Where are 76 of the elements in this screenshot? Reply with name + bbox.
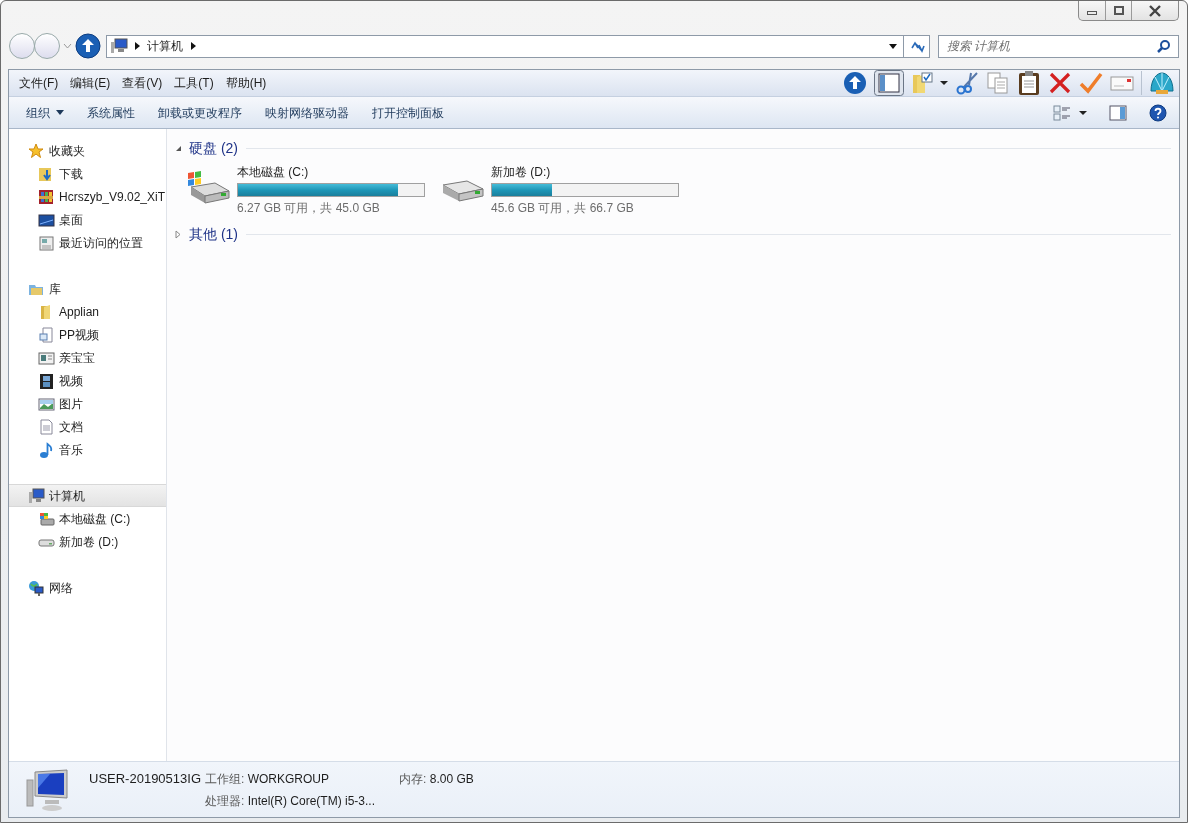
free-space-text: 45.6 GB 可用，共 66.7 GB — [491, 200, 635, 217]
drive-tile[interactable]: 新加卷 (D:) 45.6 GB 可用，共 66.7 GB — [439, 163, 683, 217]
nav-item[interactable]: 图片 — [9, 392, 166, 415]
folder-check-icon[interactable] — [911, 71, 933, 95]
window-icon — [38, 349, 55, 366]
arrow-icon[interactable] — [191, 42, 196, 50]
document-icon — [38, 418, 55, 435]
nav-item[interactable]: 最近访问的位置 — [9, 231, 166, 254]
shell-icon[interactable] — [1149, 71, 1175, 95]
checkmark-icon[interactable] — [1079, 71, 1103, 95]
nav-item[interactable]: 下载 — [9, 162, 166, 185]
computer-name: USER-20190513IG — [89, 769, 201, 788]
preview-pane-icon[interactable] — [1109, 104, 1127, 121]
drive-name: 新加卷 (D:) — [491, 164, 552, 181]
nav-item[interactable]: 新加卷 (D:) — [9, 530, 166, 553]
close-icon — [1148, 4, 1162, 17]
nav-item[interactable]: Applian — [9, 300, 166, 323]
system-drive-icon — [38, 510, 55, 527]
menu-item[interactable]: 文件(F) — [13, 72, 65, 94]
group-header[interactable]: 其他 (1) — [189, 223, 238, 245]
document-icon — [38, 326, 55, 343]
scissors-icon[interactable] — [955, 71, 979, 95]
star-icon — [28, 142, 45, 159]
nav-item[interactable]: 文档 — [9, 415, 166, 438]
film-icon — [38, 372, 55, 389]
command-button[interactable]: 组织 — [17, 100, 73, 125]
refresh-icon — [908, 39, 925, 53]
nav-item[interactable]: 本地磁盘 (C:) — [9, 507, 166, 530]
status-field: 处理器: Intel(R) Core(TM) i5-3... — [205, 792, 396, 811]
caret-icon — [56, 110, 64, 115]
dropdown-icon[interactable] — [1079, 109, 1087, 116]
network-icon — [28, 579, 45, 596]
free-space-text: 6.27 GB 可用，共 45.0 GB — [237, 200, 381, 217]
drive-tile[interactable]: 本地磁盘 (C:) 6.27 GB 可用，共 45.0 GB — [185, 163, 429, 217]
command-button[interactable]: 卸载或更改程序 — [149, 100, 251, 125]
dropdown-icon[interactable] — [940, 80, 948, 86]
nav-item[interactable]: Hcrszyb_V9.02_XiT — [9, 185, 166, 208]
breadcrumb[interactable]: 计算机 — [147, 37, 183, 55]
clipboard-icon[interactable] — [1017, 70, 1041, 96]
system-drive-icon — [185, 169, 233, 205]
nav-item[interactable]: 音乐 — [9, 438, 166, 461]
drive-name: 本地磁盘 (C:) — [237, 164, 310, 181]
computer-icon — [28, 487, 45, 504]
address-bar[interactable]: 计算机 — [106, 34, 930, 58]
menu-item[interactable]: 编辑(E) — [64, 72, 117, 94]
menu-item[interactable]: 查看(V) — [116, 72, 169, 94]
status-field: 内存: 8.00 GB — [399, 769, 494, 788]
music-note-icon — [38, 441, 55, 458]
command-button[interactable]: 映射网络驱动器 — [256, 100, 358, 125]
search-field[interactable]: 搜索 计算机 — [938, 34, 1179, 58]
desktop-icon — [38, 211, 55, 228]
nav-item[interactable]: 桌面 — [9, 208, 166, 231]
status-field: 工作组: WORKGROUP — [205, 769, 396, 788]
command-button[interactable]: 打开控制面板 — [363, 100, 453, 125]
delete-icon[interactable] — [1048, 71, 1072, 95]
help-icon[interactable] — [1149, 103, 1167, 122]
image-icon — [38, 395, 55, 412]
panel-layout-icon[interactable] — [874, 70, 904, 96]
nav-item[interactable]: 亲宝宝 — [9, 346, 166, 369]
group-header[interactable]: 硬盘 (2) — [189, 137, 238, 159]
nav-item[interactable]: 网络 — [9, 576, 166, 599]
menu-item[interactable]: 帮助(H) — [219, 72, 273, 94]
arrow-icon[interactable] — [135, 42, 140, 50]
command-button[interactable]: 系统属性 — [78, 100, 144, 125]
recent-places-icon — [38, 234, 55, 251]
search-icon[interactable] — [1157, 38, 1171, 53]
menu-item[interactable]: 工具(T) — [168, 72, 220, 94]
archive-icon — [38, 188, 55, 205]
up-button[interactable] — [75, 33, 101, 59]
nav-item[interactable]: 视频 — [9, 369, 166, 392]
computer-icon — [110, 38, 128, 54]
nav-item[interactable]: PP视频 — [9, 323, 166, 346]
envelope-icon[interactable] — [1110, 73, 1134, 93]
nav-item[interactable]: 计算机 — [9, 484, 166, 507]
nav-item[interactable]: 库 — [9, 277, 166, 300]
nav-item[interactable]: 收藏夹 — [9, 139, 166, 162]
